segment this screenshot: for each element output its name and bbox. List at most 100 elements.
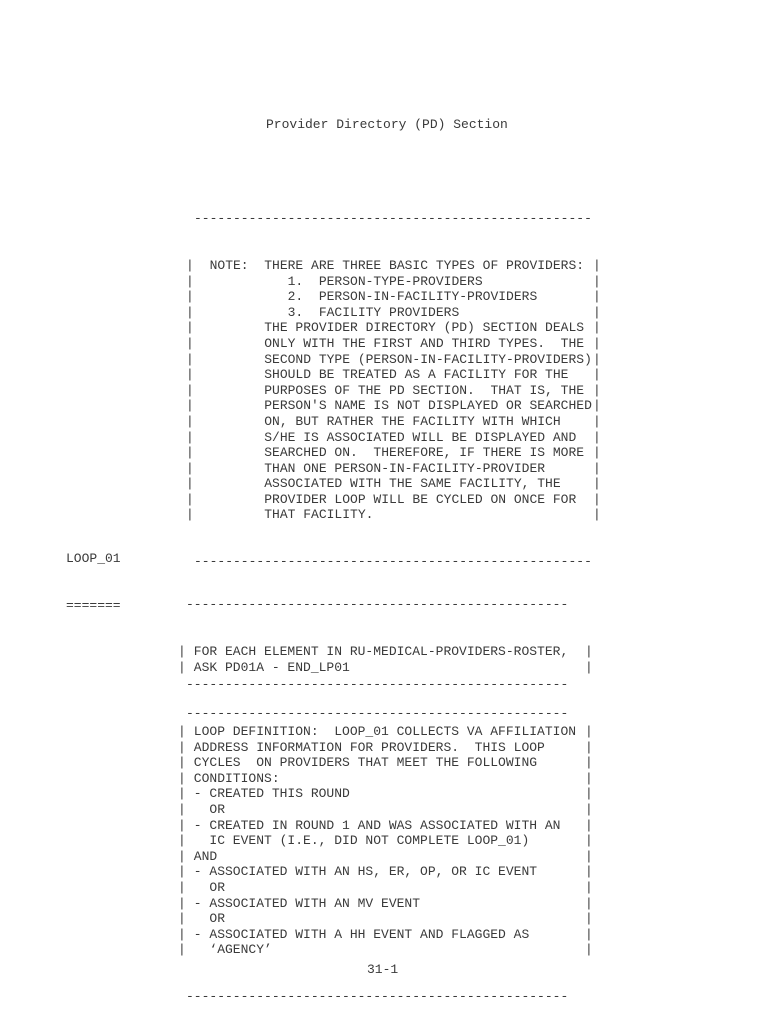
box-line: | THAT FACILITY. | <box>186 507 601 523</box>
box-right-border: | <box>593 351 601 367</box>
box-line-text: ON, BUT RATHER THE FACILITY WITH WHICH <box>194 413 561 429</box>
box-right-border: | <box>593 273 601 289</box>
box-left-border: | <box>186 429 194 445</box>
box-line: | ADDRESS INFORMATION FOR PROVIDERS. THI… <box>178 740 593 756</box>
box-line: | - ASSOCIATED WITH A HH EVENT AND FLAGG… <box>178 926 593 943</box>
document-page: Provider Directory (PD) Section --------… <box>0 0 770 1024</box>
box-left-border: | <box>186 367 194 383</box>
box-left-border: | <box>178 942 186 958</box>
box-right-border: | <box>593 476 601 492</box>
box-line-text: 2. PERSON-IN-FACILITY-PROVIDERS <box>194 289 538 305</box>
box-line-text: OR <box>186 911 226 927</box>
box-right-border: | <box>585 739 593 755</box>
box-line: | 3. FACILITY PROVIDERS | <box>186 304 601 321</box>
box-left-border: | <box>186 491 194 507</box>
box-right-border: | <box>585 926 593 942</box>
box-line-text: - ASSOCIATED WITH AN HS, ER, OP, OR IC E… <box>186 864 538 880</box>
box-left-border: | <box>178 895 186 911</box>
box-left-border: | <box>186 382 194 398</box>
box-line: | OR | <box>178 879 593 896</box>
box-right-border: | <box>585 833 593 849</box>
box-left-border: | <box>186 351 194 367</box>
box-right-border: | <box>585 643 593 659</box>
box-top-rule: ----------------------------------------… <box>186 597 569 613</box>
box-left-border: | <box>178 801 186 817</box>
box-left-border: | <box>186 460 194 476</box>
box-right-border: | <box>593 507 601 523</box>
section-heading-label: LOOP_01 <box>66 551 121 567</box>
box-left-border: | <box>178 817 186 833</box>
box-line-text: - CREATED IN ROUND 1 AND WAS ASSOCIATED … <box>186 817 561 833</box>
box-right-border: | <box>585 817 593 833</box>
box-line: | LOOP DEFINITION: LOOP_01 COLLECTS VA A… <box>178 724 593 740</box>
box-line-text: SECOND TYPE (PERSON-IN-FACILITY-PROVIDER… <box>194 351 592 367</box>
box-left-border: | <box>186 413 194 429</box>
box-left-border: | <box>186 304 194 320</box>
box-right-border: | <box>585 895 593 911</box>
box-left-border: | <box>178 770 186 786</box>
box-line: | PERSON'S NAME IS NOT DISPLAYED OR SEAR… <box>186 398 601 414</box>
box-line: | IC EVENT (I.E., DID NOT COMPLETE LOOP_… <box>178 833 593 849</box>
box-right-border: | <box>593 491 601 507</box>
box-right-border: | <box>585 848 593 864</box>
box-line-text: 3. FACILITY PROVIDERS <box>194 304 460 320</box>
box-line: | THE PROVIDER DIRECTORY (PD) SECTION DE… <box>186 320 601 336</box>
box-left-border: | <box>178 879 186 895</box>
box-line: | SEARCHED ON. THEREFORE, IF THERE IS MO… <box>186 445 601 461</box>
box-right-border: | <box>593 398 601 414</box>
box-right-border: | <box>585 864 593 880</box>
box-right-border: | <box>593 257 601 273</box>
box-line-text: NOTE: THERE ARE THREE BASIC TYPES OF PRO… <box>194 257 585 273</box>
section-heading-underline: ======= <box>66 597 121 613</box>
box-left-border: | <box>178 911 186 927</box>
box-right-border: | <box>585 659 593 675</box>
box-right-border: | <box>593 382 601 398</box>
box-line-text: AND <box>186 848 218 864</box>
box-line: | SECOND TYPE (PERSON-IN-FACILITY-PROVID… <box>186 351 601 368</box>
box-left-border: | <box>186 476 194 492</box>
box-line-text: CONDITIONS: <box>186 770 280 786</box>
box-line-text: THAT FACILITY. <box>194 507 374 523</box>
box-left-border: | <box>186 257 194 273</box>
box-line-text: OR <box>186 801 226 817</box>
box-line-text: - ASSOCIATED WITH A HH EVENT AND FLAGGED… <box>186 926 530 942</box>
box-line-text: CYCLES ON PROVIDERS THAT MEET THE FOLLOW… <box>186 755 538 771</box>
box-line-text: ONLY WITH THE FIRST AND THIRD TYPES. THE <box>194 335 585 351</box>
box-right-border: | <box>593 445 601 461</box>
box-left-border: | <box>186 320 194 336</box>
box-right-border: | <box>585 879 593 895</box>
box-bottom-rule: ----------------------------------------… <box>186 989 569 1005</box>
box-right-border: | <box>585 786 593 802</box>
box-right-border: | <box>593 289 601 305</box>
note-box: ----------------------------------------… <box>186 180 601 601</box>
box-line-text: ‘AGENCY’ <box>186 942 272 958</box>
box-right-border: | <box>593 413 601 429</box>
box-line-text: S/HE IS ASSOCIATED WILL BE DISPLAYED AND <box>194 429 577 445</box>
box-left-border: | <box>178 926 186 942</box>
page-title: Provider Directory (PD) Section <box>266 117 508 132</box>
page-number: 31-1 <box>367 962 399 977</box>
box-right-border: | <box>593 320 601 336</box>
box-right-border: | <box>585 755 593 771</box>
note-box-lines: | NOTE: THERE ARE THREE BASIC TYPES OF P… <box>186 257 601 523</box>
box-line: | OR | <box>178 801 593 818</box>
box-line-text: PROVIDER LOOP WILL BE CYCLED ON ONCE FOR <box>194 491 577 507</box>
box-top-rule: ----------------------------------------… <box>194 211 592 227</box>
box-line: | OR | <box>178 911 593 927</box>
box-right-border: | <box>585 723 593 739</box>
box-left-border: | <box>178 833 186 849</box>
box-left-border: | <box>186 273 194 289</box>
box-top-rule: ----------------------------------------… <box>186 677 569 693</box>
loop-definition-box-lines: | LOOP DEFINITION: LOOP_01 COLLECTS VA A… <box>178 724 593 958</box>
box-line-text: - ASSOCIATED WITH AN MV EVENT <box>186 895 421 911</box>
box-line-text: OR <box>186 879 226 895</box>
box-line-text: THE PROVIDER DIRECTORY (PD) SECTION DEAL… <box>194 320 585 336</box>
box-line: | - ASSOCIATED WITH AN HS, ER, OP, OR IC… <box>178 864 593 880</box>
box-line: | - ASSOCIATED WITH AN MV EVENT | <box>178 895 593 912</box>
box-line-text: PURPOSES OF THE PD SECTION. THAT IS, THE <box>194 382 585 398</box>
box-left-border: | <box>186 398 194 414</box>
box-line: | - CREATED THIS ROUND | <box>178 786 593 802</box>
box-line: | CONDITIONS: | <box>178 770 593 787</box>
box-right-border: | <box>593 367 601 383</box>
box-line: | ON, BUT RATHER THE FACILITY WITH WHICH… <box>186 413 601 430</box>
